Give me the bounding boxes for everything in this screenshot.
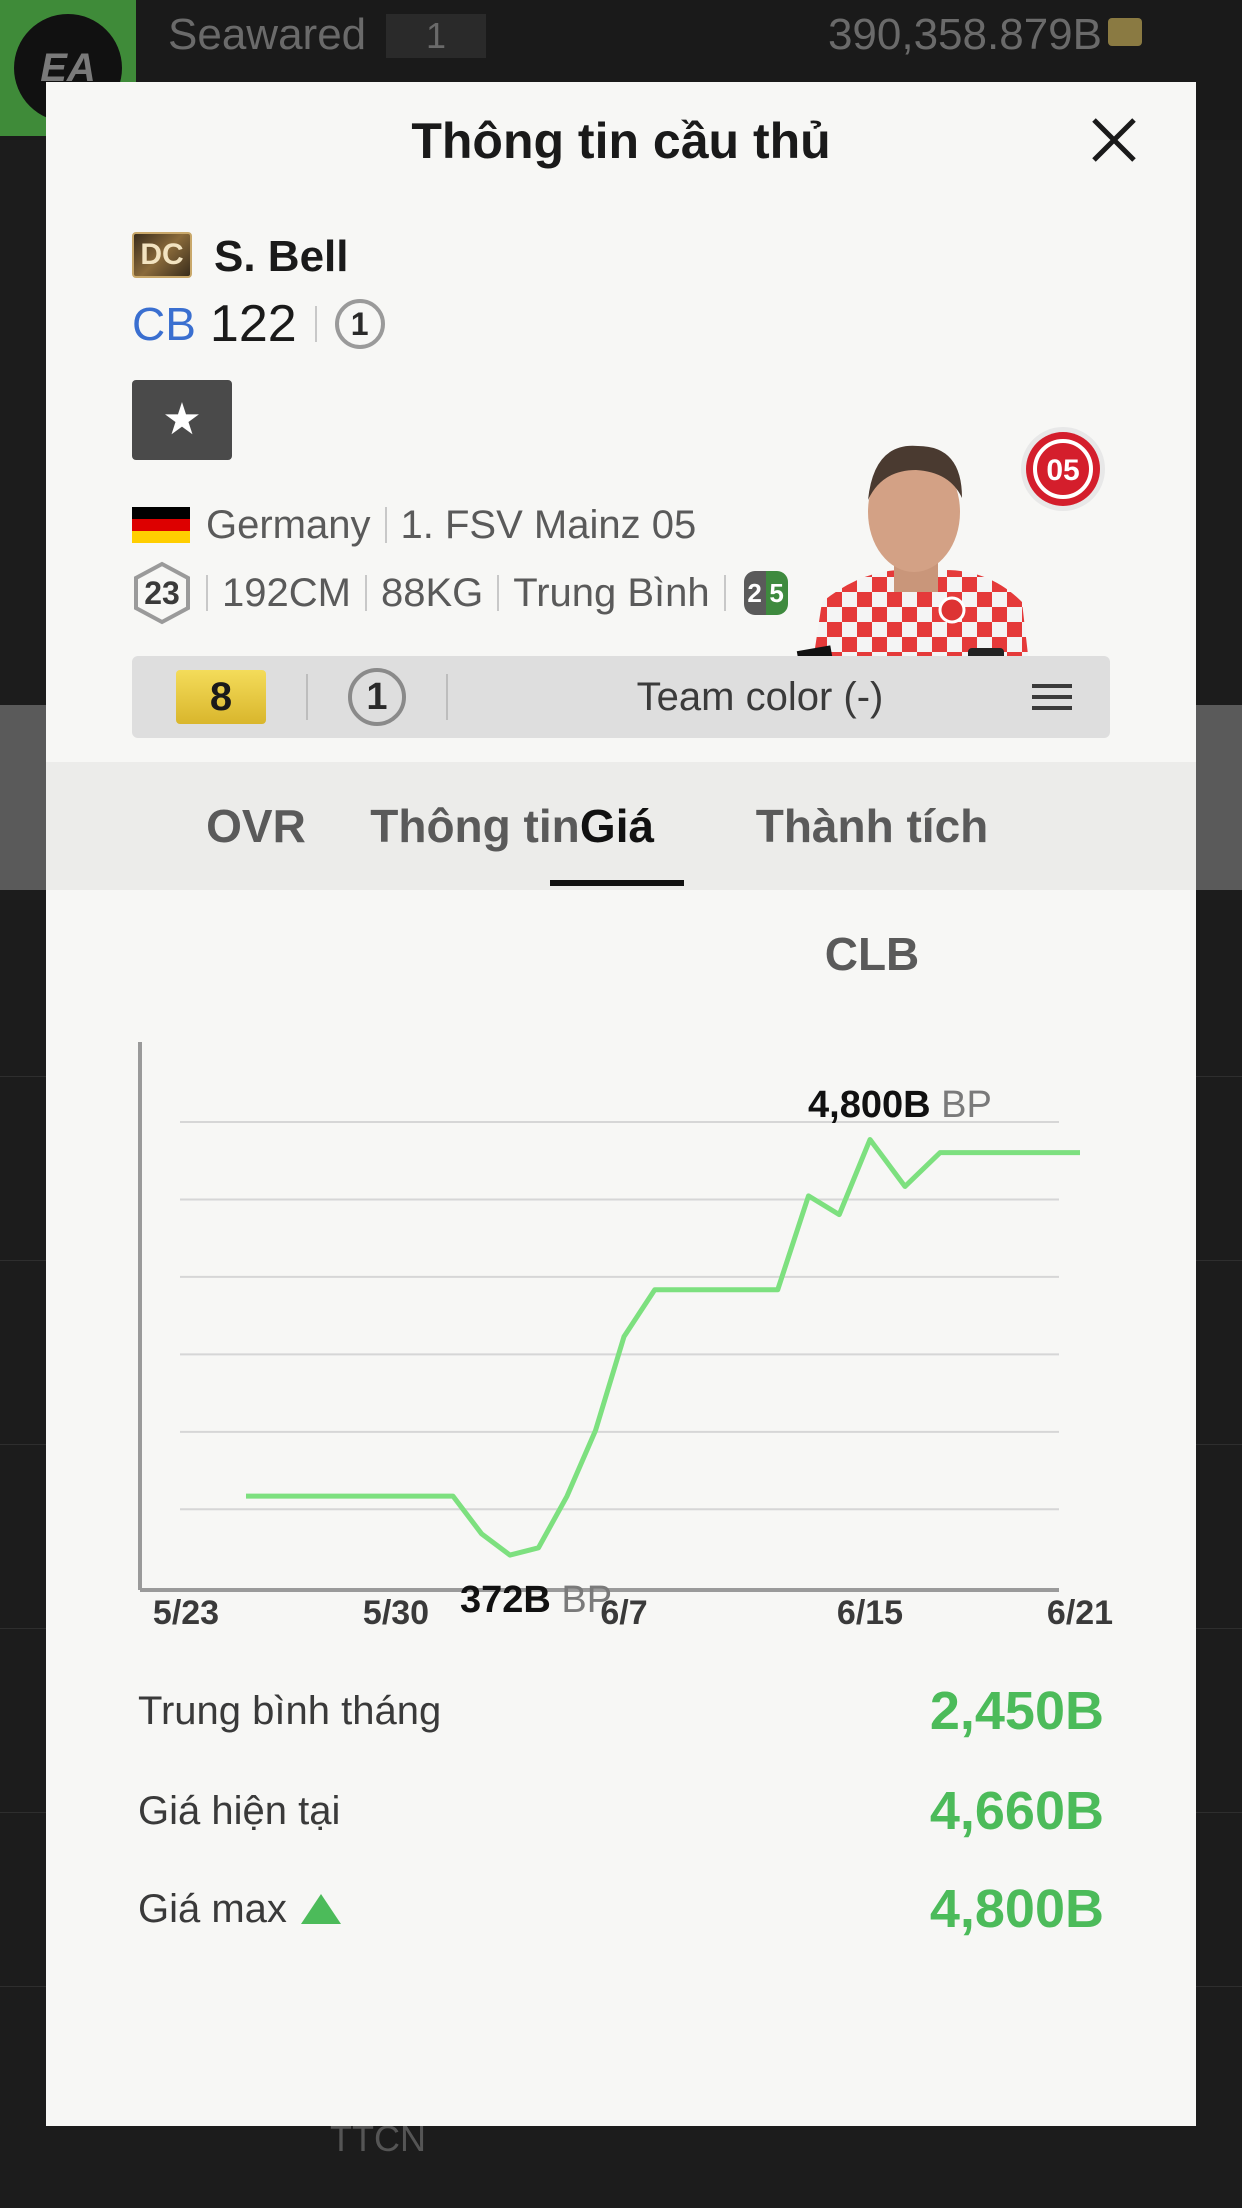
- divider: [384, 507, 387, 543]
- skill-left: 2: [743, 571, 766, 615]
- divider: [497, 575, 500, 611]
- max-annotation-unit: BP: [941, 1083, 992, 1126]
- monthly-avg-label: Trung bình tháng: [138, 1688, 442, 1733]
- player-name: S. Bell: [214, 232, 349, 281]
- monthly-avg-value: 2,450B: [929, 1681, 1104, 1741]
- player-body-type: Trung Bình: [513, 570, 710, 615]
- modal-title: Thông tin cầu thủ: [411, 113, 831, 169]
- summary-row-current-price: Giá hiện tại 4,660B: [138, 1776, 1104, 1846]
- summary-row-monthly-avg: Trung bình tháng 2,450B: [138, 1676, 1104, 1746]
- max-price-value: 4,800B: [929, 1879, 1104, 1939]
- price-chart-svg: [138, 1042, 1081, 1592]
- divider: [306, 674, 308, 720]
- max-price-annotation: 4,800B BP: [808, 1084, 992, 1127]
- enhancement-bar: 8 1 Team color (-): [132, 656, 1110, 738]
- favorite-star-button[interactable]: ★: [132, 380, 232, 460]
- nation-club-line: Germany 1. FSV Mainz 05: [132, 500, 696, 550]
- coin-balance: 390,358.879B: [827, 10, 1102, 59]
- divider: [723, 575, 726, 611]
- current-price-label: Giá hiện tại: [138, 1788, 341, 1833]
- x-tick-label: 6/21: [1046, 1594, 1114, 1632]
- close-button[interactable]: [1086, 112, 1142, 168]
- rank-selector[interactable]: 1: [348, 668, 406, 726]
- player-nation: Germany: [206, 502, 371, 547]
- max-annotation-value: 4,800B: [808, 1083, 931, 1126]
- current-price-value: 4,660B: [929, 1781, 1104, 1841]
- coin-icon: [1108, 18, 1142, 46]
- divider: [446, 674, 448, 720]
- x-tick-label: 6/15: [836, 1594, 904, 1632]
- x-tick-label: 5/23: [152, 1594, 220, 1632]
- player-height: 192CM: [222, 570, 351, 615]
- svg-text:05: 05: [1046, 454, 1079, 487]
- star-icon: ★: [162, 395, 202, 444]
- position-ovr-line: CB 122 1: [132, 294, 385, 354]
- divider: [206, 575, 208, 611]
- up-triangle-icon: [300, 1894, 341, 1924]
- upgrade-rank-badge: 1: [334, 299, 385, 349]
- player-club: 1. FSV Mainz 05: [400, 502, 697, 547]
- season-badge: DC: [132, 232, 192, 278]
- player-age: 23: [144, 574, 180, 611]
- min-annotation-value: 372B: [460, 1579, 551, 1622]
- user-level: 1: [386, 14, 486, 58]
- player-position: CB: [132, 298, 196, 350]
- hamburger-menu-icon[interactable]: [1032, 682, 1072, 712]
- max-price-label-wrap: Giá max: [138, 1887, 341, 1932]
- player-info-modal: Thông tin cầu thủ DC S. Bell CB 122 1 ★ …: [46, 82, 1196, 2126]
- min-price-annotation: 372B BP: [460, 1579, 612, 1622]
- x-tick-label: 5/30: [362, 1594, 430, 1632]
- active-tab-indicator: [550, 880, 684, 886]
- tab-bar: OVR Thông tin Giá Thành tích CLB: [46, 762, 1196, 980]
- team-color-selector[interactable]: Team color (-): [488, 675, 1032, 720]
- enhancement-level-badge[interactable]: 8: [176, 670, 266, 724]
- divider: [364, 575, 367, 611]
- player-weight: 88KG: [380, 570, 484, 615]
- tab-price[interactable]: Giá: [550, 762, 684, 890]
- close-icon: [1092, 118, 1136, 162]
- divider: [314, 306, 317, 342]
- min-annotation-unit: BP: [561, 1579, 613, 1622]
- price-chart: 5/23 5/30 6/7 6/15 6/21 4,800B BP 372B BP: [46, 1042, 1196, 1662]
- age-hexagon-badge: 23: [132, 561, 192, 625]
- player-stats-line: 23 192CM 88KG Trung Bình 2 5: [132, 558, 788, 628]
- max-price-label: Giá max: [138, 1886, 287, 1931]
- username: Seawared: [168, 10, 367, 59]
- price-series-line: [246, 1137, 1080, 1558]
- club-logo: 05: [1020, 426, 1106, 512]
- player-ovr: 122: [209, 295, 297, 353]
- tab-club-achievements[interactable]: Thành tích CLB: [712, 762, 1032, 980]
- summary-row-max-price: Giá max 4,800B: [138, 1874, 1104, 1944]
- tab-ovr[interactable]: OVR: [166, 762, 346, 890]
- germany-flag-icon: [132, 507, 190, 543]
